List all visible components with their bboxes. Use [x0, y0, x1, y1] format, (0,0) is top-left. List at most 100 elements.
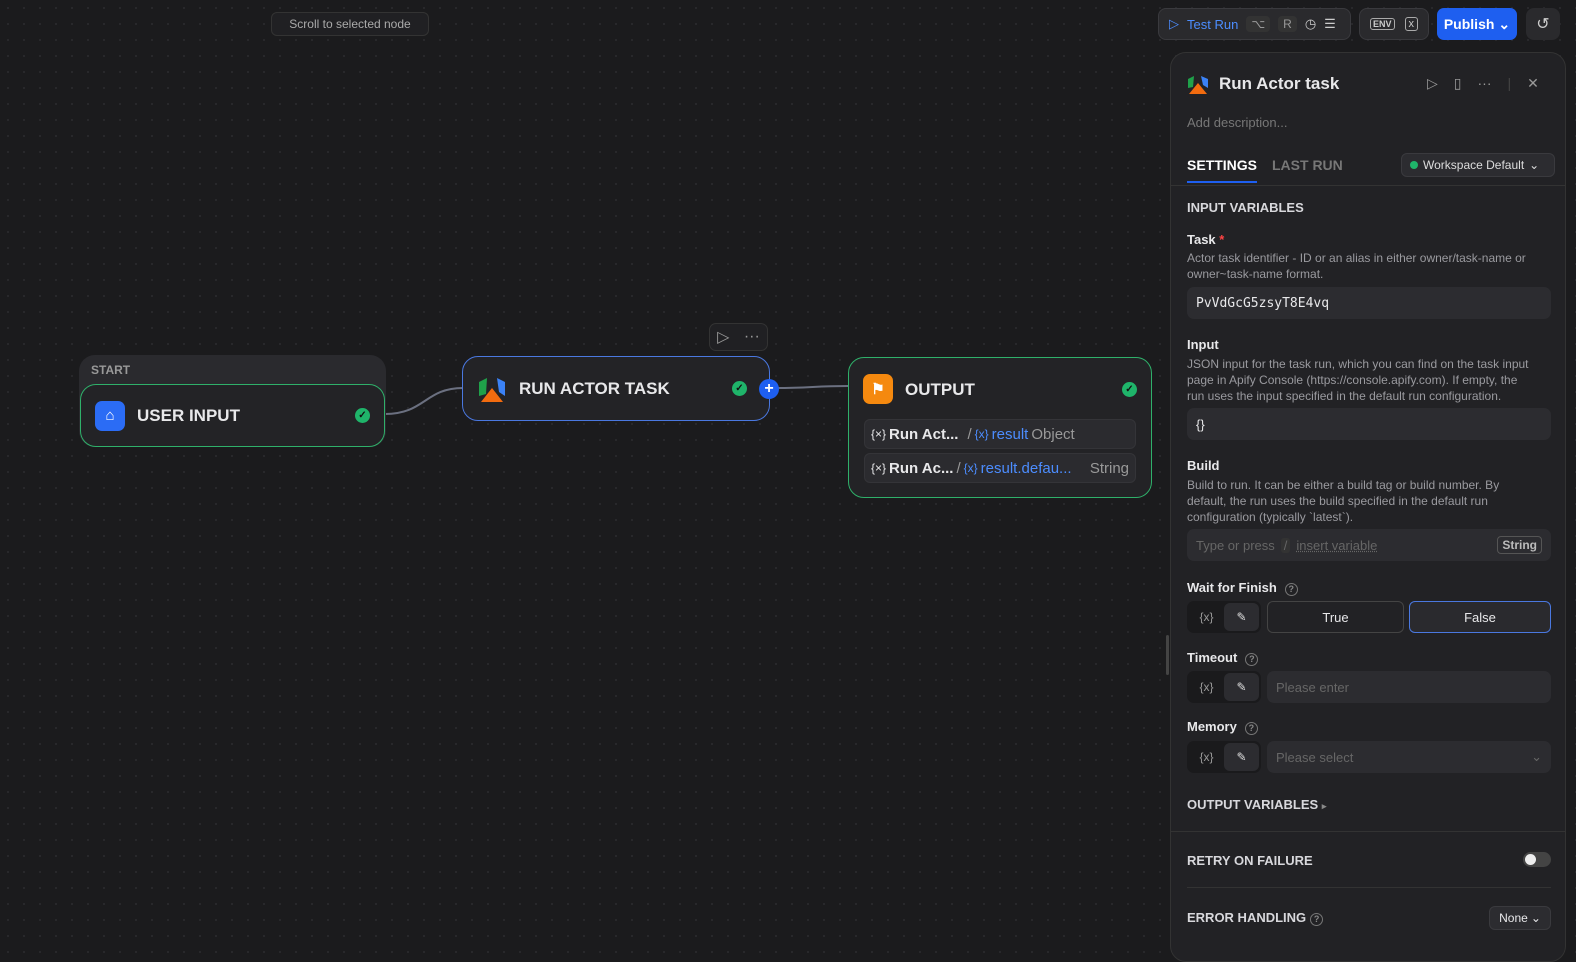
- divider: [1187, 887, 1551, 888]
- wait-label: Wait for Finish?: [1187, 580, 1298, 596]
- retry-toggle[interactable]: [1523, 852, 1551, 867]
- run-actor-task-node[interactable]: RUN ACTOR TASK ✓ +: [462, 356, 779, 421]
- output-variables-toggle[interactable]: OUTPUT VARIABLES ▸: [1187, 797, 1326, 812]
- more-icon[interactable]: ···: [1478, 75, 1492, 92]
- task-description: Actor task identifier - ID or an alias i…: [1187, 251, 1526, 281]
- divider: [1171, 831, 1565, 832]
- error-handling-label: ERROR HANDLING?: [1187, 910, 1324, 926]
- home-icon: ⌂: [95, 400, 125, 431]
- build-label: Build: [1187, 458, 1220, 473]
- panel-title[interactable]: Run Actor task: [1219, 74, 1339, 94]
- mode-toggle[interactable]: {x} ✎: [1187, 741, 1261, 773]
- env-icon[interactable]: ENV: [1370, 18, 1395, 30]
- node-title: RUN ACTOR TASK: [519, 378, 670, 398]
- variable-icon: {×}: [871, 461, 887, 475]
- variable-mode[interactable]: {x}: [1189, 680, 1224, 694]
- tab-settings[interactable]: SETTINGS: [1187, 157, 1258, 183]
- timeout-input[interactable]: Please enter: [1267, 671, 1551, 703]
- task-label: Task *: [1187, 232, 1225, 247]
- chevron-down-icon: ⌄: [1498, 15, 1511, 32]
- var-source: Run Act...: [889, 425, 959, 443]
- help-icon: ?: [1284, 582, 1298, 596]
- output-variable-row[interactable]: {×} Run Act... / {x} result Object: [864, 419, 1136, 449]
- input-variables-heading: INPUT VARIABLES: [1187, 200, 1304, 215]
- input-description: JSON input for the task run, which you c…: [1187, 357, 1529, 403]
- node-settings-panel: Run Actor task ▷ ▯ ··· | ✕ Add description..…: [1170, 52, 1566, 962]
- retry-label: RETRY ON FAILURE: [1187, 853, 1313, 868]
- edge-start-actor: [384, 387, 464, 415]
- json-input[interactable]: {}: [1187, 408, 1551, 440]
- node-actions: ▷ ···: [709, 323, 768, 351]
- close-icon[interactable]: ✕: [1527, 75, 1539, 92]
- description-input[interactable]: Add description...: [1187, 115, 1287, 130]
- history-icon: ↺: [1536, 16, 1550, 33]
- docs-icon[interactable]: ▯: [1454, 75, 1462, 92]
- publish-button[interactable]: Publish ⌄: [1437, 8, 1517, 40]
- workspace-select[interactable]: Workspace Default ⌄: [1401, 153, 1555, 177]
- task-input[interactable]: PvVdGcG5zsyT8E4vq: [1187, 287, 1551, 319]
- var-name: result.defau...: [980, 459, 1072, 477]
- output-variable-row[interactable]: {×} Run Ac... / {x} result.defau... String: [864, 453, 1136, 483]
- chevron-down-icon: ⌄: [1531, 749, 1542, 764]
- publish-label: Publish: [1443, 16, 1495, 32]
- test-run-button[interactable]: Test Run: [1187, 17, 1238, 32]
- variable-icon[interactable]: x: [1404, 17, 1418, 31]
- add-node-icon[interactable]: +: [759, 378, 779, 399]
- build-input[interactable]: Type or press / insert variable String: [1187, 529, 1551, 561]
- memory-select[interactable]: Please select ⌄: [1267, 741, 1551, 773]
- history-button[interactable]: ↺: [1526, 8, 1560, 40]
- help-icon: ?: [1310, 912, 1324, 926]
- success-check-icon: ✓: [1122, 382, 1137, 397]
- mode-toggle[interactable]: {x} ✎: [1187, 671, 1261, 703]
- edge-actor-output: [775, 385, 849, 389]
- variable-mode[interactable]: {x}: [1189, 610, 1224, 624]
- divider: [1171, 185, 1565, 186]
- success-check-icon: ✓: [732, 381, 747, 396]
- run-node-icon[interactable]: ▷: [717, 327, 729, 347]
- input-label: Input: [1187, 337, 1219, 352]
- variable-icon: {×}: [871, 427, 887, 441]
- run-toolbar: ▷ Test Run ⌥ R ◷ ☰: [1158, 8, 1351, 40]
- env-toolbar: ENV x: [1359, 8, 1429, 40]
- var-type: String: [1089, 459, 1129, 477]
- workspace-label: Workspace Default: [1423, 158, 1525, 172]
- play-icon: ▷: [1169, 16, 1179, 31]
- true-option[interactable]: True: [1267, 601, 1404, 633]
- more-icon[interactable]: ···: [744, 328, 760, 346]
- panel-resize-handle[interactable]: [1166, 635, 1169, 675]
- build-description: Build to run. It can be either a build t…: [1187, 478, 1500, 524]
- false-option[interactable]: False: [1409, 601, 1551, 633]
- type-badge: String: [1497, 536, 1542, 554]
- run-history-icon[interactable]: ◷: [1305, 16, 1316, 32]
- node-title: USER INPUT: [137, 405, 240, 425]
- tab-last-run[interactable]: LAST RUN: [1272, 157, 1343, 173]
- var-name: result: [991, 425, 1029, 443]
- var-type: Object: [1031, 425, 1075, 443]
- memory-label: Memory?: [1187, 719, 1258, 735]
- shortcut-mod: ⌥: [1246, 16, 1271, 32]
- apify-logo-icon: [1188, 76, 1208, 94]
- edit-icon[interactable]: ✎: [1224, 673, 1259, 701]
- timeout-label: Timeout?: [1187, 650, 1259, 666]
- help-icon: ?: [1244, 721, 1258, 735]
- node-title: OUTPUT: [905, 380, 975, 399]
- run-icon[interactable]: ▷: [1427, 75, 1438, 92]
- chevron-down-icon: ⌄: [1530, 911, 1541, 925]
- apify-logo-icon: [479, 377, 505, 402]
- start-label: START: [91, 363, 131, 377]
- edit-icon[interactable]: ✎: [1224, 743, 1259, 771]
- status-dot: [1410, 161, 1418, 169]
- edit-icon[interactable]: ✎: [1224, 603, 1259, 631]
- chevron-down-icon: ⌄: [1529, 158, 1540, 172]
- var-source: Run Ac...: [889, 459, 954, 477]
- user-input-node[interactable]: ⌂ USER INPUT ✓: [80, 384, 385, 447]
- checklist-icon[interactable]: ☰: [1324, 16, 1336, 32]
- variable-mode[interactable]: {x}: [1189, 750, 1224, 764]
- help-icon: ?: [1245, 652, 1259, 666]
- mode-toggle[interactable]: {x} ✎: [1187, 601, 1261, 633]
- shortcut-key: R: [1278, 16, 1297, 32]
- flag-icon: ⚑: [863, 374, 893, 404]
- success-check-icon: ✓: [355, 408, 370, 423]
- variable-icon: {x}: [963, 461, 978, 475]
- error-handling-select[interactable]: None ⌄: [1489, 906, 1551, 930]
